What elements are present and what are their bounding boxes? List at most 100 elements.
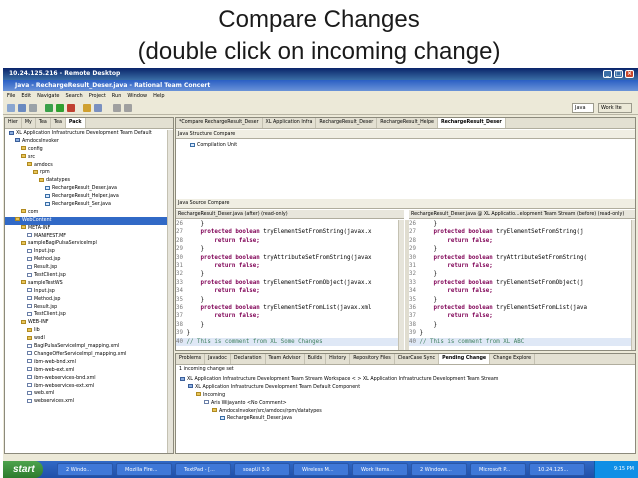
taskbar-item[interactable]: soapUI 3.0: [234, 463, 290, 476]
taskbar-item[interactable]: TextPad - [...: [175, 463, 231, 476]
tree-node-label: Result.jsp: [34, 304, 58, 310]
tree-node[interactable]: lib: [5, 327, 173, 335]
left-tab-2[interactable]: Tea: [36, 118, 51, 128]
tree-node[interactable]: MANIFEST.MF: [5, 233, 173, 241]
tree-node[interactable]: XL Application Infrastructure Developmen…: [176, 384, 635, 392]
tree-node[interactable]: XL Application Infrastructure Developmen…: [5, 130, 173, 138]
navigate-forward-icon[interactable]: [124, 104, 132, 112]
open-type-icon[interactable]: [83, 104, 91, 112]
bottom-tab-2[interactable]: Declaration: [231, 354, 266, 364]
menu-edit[interactable]: Edit: [21, 93, 31, 99]
menu-window[interactable]: Window: [127, 93, 147, 99]
editor-tab-4[interactable]: RechargeResult_Deser: [437, 118, 506, 128]
tree-node[interactable]: wsdl: [5, 335, 173, 343]
taskbar-item[interactable]: 2 Windows...: [411, 463, 467, 476]
taskbar-item[interactable]: 10.24.125...: [529, 463, 585, 476]
new-icon[interactable]: [7, 104, 15, 112]
bottom-tab-8[interactable]: Pending Change: [439, 354, 491, 364]
left-source-scrollbar[interactable]: [398, 220, 404, 350]
bottom-tab-7[interactable]: ClearCase Sync: [395, 354, 440, 364]
tree-node[interactable]: ibm-web-ext.xml: [5, 367, 173, 375]
tree-node[interactable]: TestClient.jsp: [5, 272, 173, 280]
tree-node[interactable]: ibm-webservices-ext.xml: [5, 383, 173, 391]
editor-tab-2[interactable]: RechargeResult_Deser: [316, 118, 378, 128]
bottom-tab-0[interactable]: Problems: [176, 354, 206, 364]
start-button[interactable]: start: [3, 461, 43, 478]
navigate-back-icon[interactable]: [113, 104, 121, 112]
editor-tab-0[interactable]: *Compare RechargeResult_Deser: [176, 118, 263, 128]
tree-node[interactable]: Method.jsp: [5, 296, 173, 304]
menu-run[interactable]: Run: [112, 93, 122, 99]
left-tab-3[interactable]: Tea: [51, 118, 66, 128]
tree-node[interactable]: sampleBagiPulsaServiceImpl: [5, 240, 173, 248]
print-icon[interactable]: [29, 104, 37, 112]
tree-node[interactable]: Incoming: [176, 392, 635, 400]
tree-node[interactable]: AmdocsInvoker/src/amdocs/rpm/datatypes: [176, 408, 635, 416]
tree-node[interactable]: Result.jsp: [5, 304, 173, 312]
tree-node[interactable]: Input.jsp: [5, 288, 173, 296]
bottom-tab-6[interactable]: Repository Files: [350, 354, 395, 364]
tree-node[interactable]: RechargeResult_Ser.java: [5, 201, 173, 209]
tree-node[interactable]: Aris Wijayanto <No Comment>: [176, 400, 635, 408]
bottom-tab-5[interactable]: History: [326, 354, 351, 364]
tree-node[interactable]: WEB-INF: [5, 319, 173, 327]
tree-node[interactable]: WebContent: [5, 216, 173, 225]
tree-node[interactable]: Result.jsp: [5, 264, 173, 272]
java-perspective-button[interactable]: Java: [572, 103, 594, 113]
menu-project[interactable]: Project: [89, 93, 106, 99]
tree-node[interactable]: webservices.xml: [5, 398, 173, 406]
bottom-tab-9[interactable]: Change Explore: [490, 354, 536, 364]
bottom-tab-1[interactable]: Javadoc: [205, 354, 231, 364]
editor-tab-1[interactable]: XL Application Infra: [263, 118, 317, 128]
taskbar-item[interactable]: Mozilla Fire...: [116, 463, 172, 476]
tree-node[interactable]: AmdocsInvoker: [5, 138, 173, 146]
tree-node[interactable]: Input.jsp: [5, 248, 173, 256]
left-tab-1[interactable]: My: [22, 118, 36, 128]
tree-node[interactable]: ChangeOfferServiceImpl_mapping.xml: [5, 351, 173, 359]
tree-node[interactable]: web.xml: [5, 390, 173, 398]
tree-node[interactable]: Method.jsp: [5, 256, 173, 264]
tree-node[interactable]: rpm: [5, 169, 173, 177]
save-icon[interactable]: [18, 104, 26, 112]
tree-node-label: Method.jsp: [34, 296, 61, 302]
debug-icon[interactable]: [45, 104, 53, 112]
bottom-tab-4[interactable]: Builds: [305, 354, 327, 364]
tree-node[interactable]: TestClient.jsp: [5, 311, 173, 319]
left-tab-0[interactable]: Hier: [5, 118, 22, 128]
tree-node[interactable]: RechargeResult_Helper.java: [5, 193, 173, 201]
explorer-scrollbar[interactable]: [167, 130, 173, 453]
tree-node[interactable]: datatypes: [5, 177, 173, 185]
tree-node[interactable]: amdocs: [5, 162, 173, 170]
tree-node[interactable]: src: [5, 154, 173, 162]
tree-node[interactable]: RechargeResult_Deser.java: [5, 185, 173, 193]
search-icon[interactable]: [94, 104, 102, 112]
tree-node[interactable]: META-INF: [5, 225, 173, 233]
minimize-button[interactable]: _: [603, 70, 612, 78]
left-tab-4[interactable]: Pack: [65, 118, 86, 128]
taskbar-item[interactable]: 2 Windo...: [57, 463, 113, 476]
bottom-tab-3[interactable]: Team Advisor: [266, 354, 305, 364]
work-items-perspective-button[interactable]: Work Ite: [598, 103, 632, 113]
close-button[interactable]: ×: [625, 70, 634, 78]
right-source-scrollbar[interactable]: [631, 220, 635, 350]
tree-node[interactable]: ibm-webservices-bnd.xml: [5, 375, 173, 383]
maximize-button[interactable]: □: [614, 70, 623, 78]
tree-node[interactable]: XL Application Infrastructure Developmen…: [176, 376, 635, 384]
taskbar-item[interactable]: Work Items...: [352, 463, 408, 476]
tree-node[interactable]: sampleTestWS: [5, 280, 173, 288]
tree-node[interactable]: RechargeResult_Deser.java: [176, 415, 635, 423]
menu-search[interactable]: Search: [66, 93, 83, 99]
menu-file[interactable]: File: [7, 93, 15, 99]
tree-node[interactable]: config: [5, 146, 173, 154]
external-tools-icon[interactable]: [67, 104, 75, 112]
editor-tab-3[interactable]: RechargeResult_Helpe: [377, 118, 438, 128]
taskbar-item[interactable]: Microsoft P...: [470, 463, 526, 476]
menu-navigate[interactable]: Navigate: [37, 93, 59, 99]
tree-node[interactable]: ibm-web-bnd.xml: [5, 359, 173, 367]
compilation-unit-node[interactable]: Compilation Unit: [176, 142, 635, 150]
tree-node[interactable]: BagiPulsaServiceImpl_mapping.xml: [5, 343, 173, 351]
tree-node[interactable]: com: [5, 209, 173, 217]
menu-help[interactable]: Help: [153, 93, 164, 99]
taskbar-item[interactable]: Wireless M...: [293, 463, 349, 476]
run-icon[interactable]: [56, 104, 64, 112]
